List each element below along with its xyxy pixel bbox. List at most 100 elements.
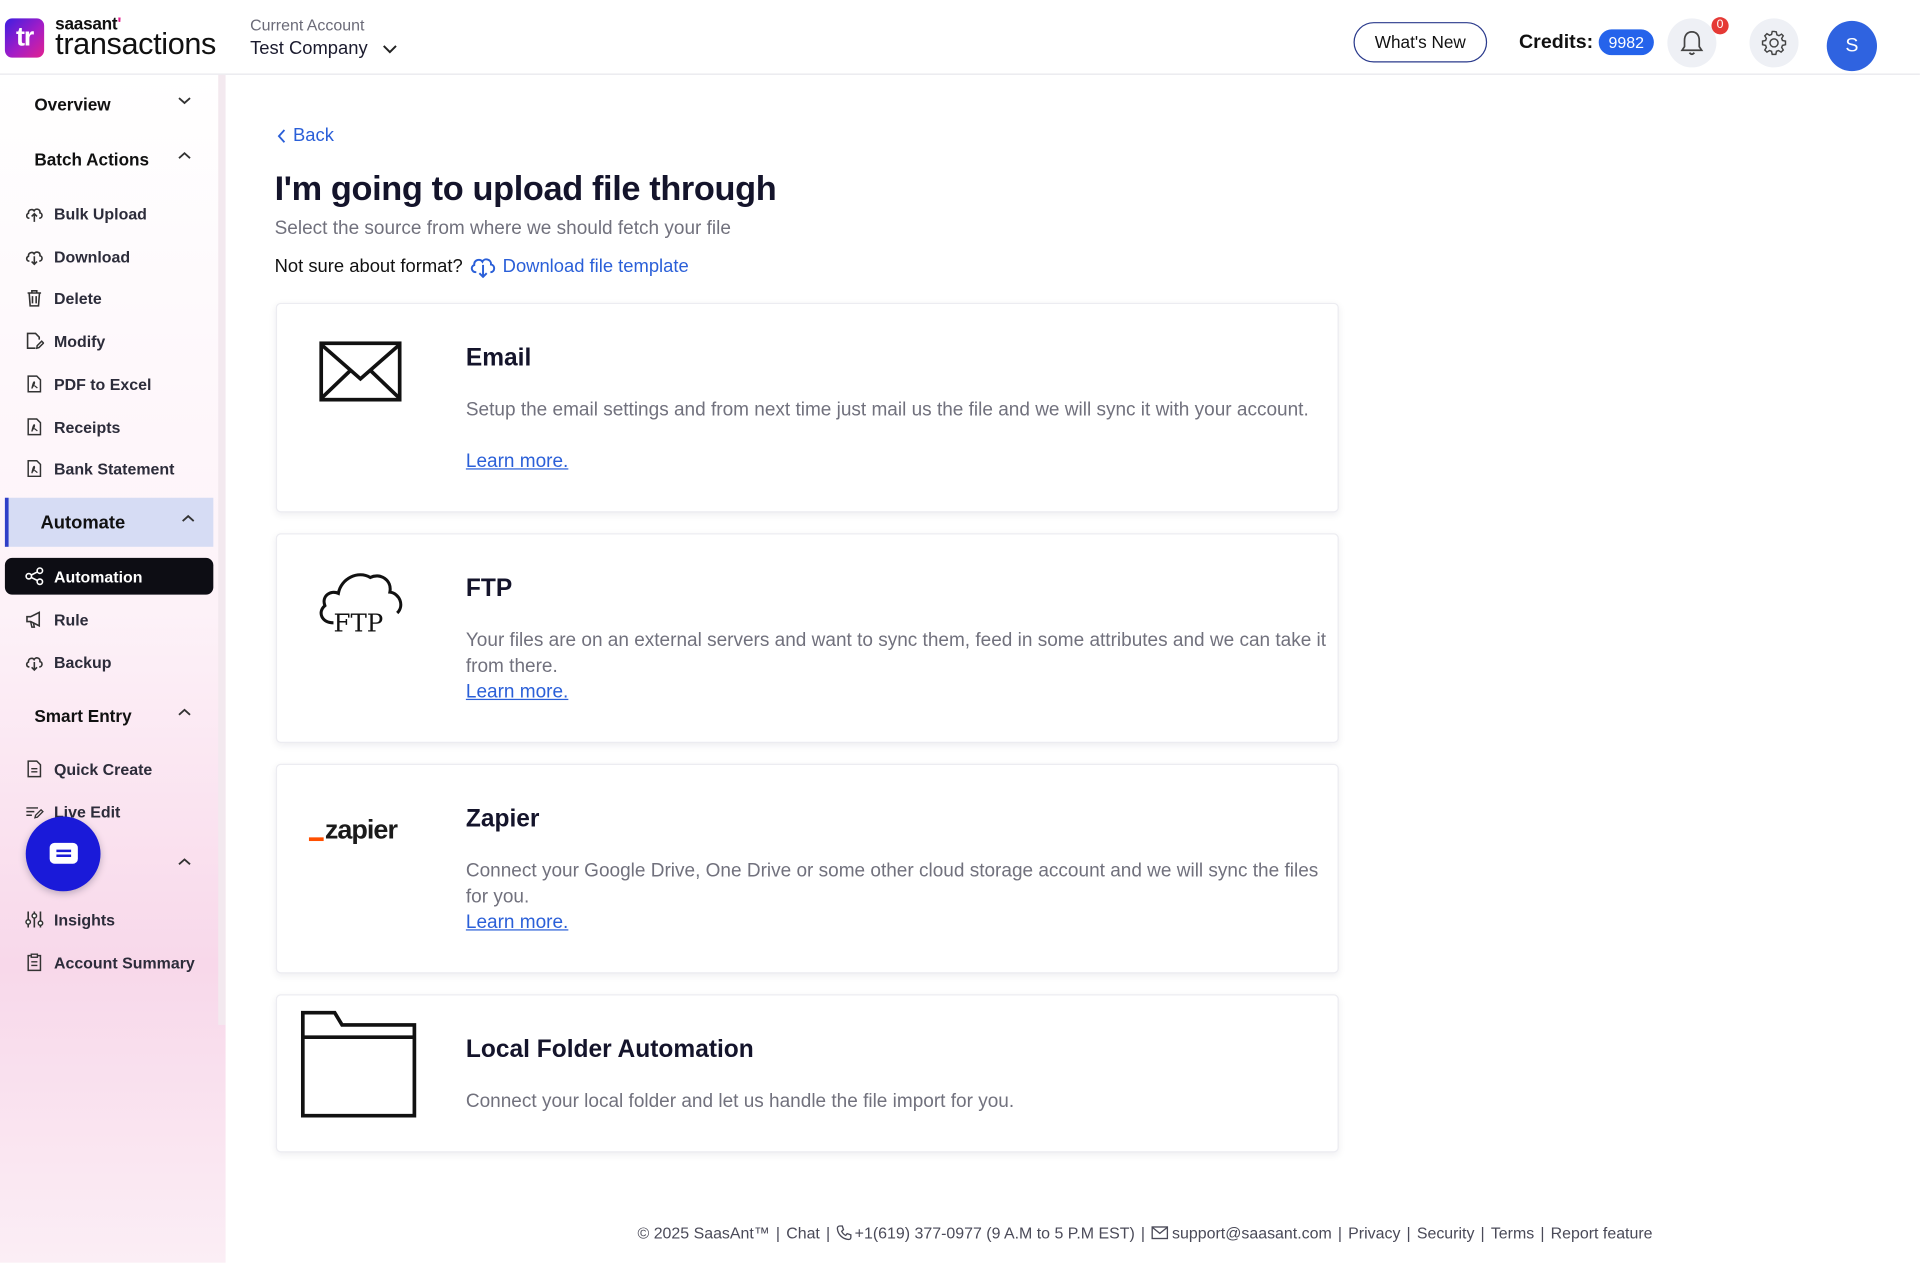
cloud-upload-icon (25, 208, 43, 222)
folder-icon (300, 1010, 417, 1118)
pdf-file-icon (27, 375, 42, 393)
sidebar-group-batch-actions[interactable]: Batch Actions (0, 137, 218, 181)
sidebar-item-delete[interactable]: Delete (5, 280, 213, 317)
ftp-cloud-icon: FTP (319, 573, 403, 637)
sidebar-item-label: Bank Statement (53, 459, 175, 478)
gear-icon (1761, 30, 1787, 56)
sidebar-item-label: Receipts (53, 417, 121, 436)
credits-label: Credits: (1519, 31, 1594, 53)
sidebar-item-download[interactable]: Download (5, 238, 213, 275)
card-description: Connect your local folder and let us han… (465, 1091, 1015, 1112)
sidebar-item-pdf-to-excel[interactable]: PDF to Excel (5, 365, 213, 402)
source-card-zapier[interactable]: zapier Zapier Connect your Google Drive,… (275, 763, 1339, 974)
format-question: Not sure about format? (274, 256, 463, 278)
card-description: Connect your Google Drive, One Drive or … (465, 860, 1319, 908)
cloud-download-icon (25, 251, 43, 266)
current-account-label: Current Account (250, 15, 365, 35)
sidebar-group-automate[interactable]: Automate (4, 497, 214, 547)
chevron-up-icon (178, 152, 191, 159)
chevron-down-icon (382, 44, 397, 53)
footer-separator: | (775, 1223, 781, 1242)
footer-separator: | (1480, 1223, 1485, 1242)
sidebar-item-label: Account Summary (53, 953, 195, 972)
phone-icon (836, 1225, 852, 1241)
source-card-ftp[interactable]: FTP FTP Your files are on an external se… (275, 533, 1339, 743)
chevron-down-icon (178, 97, 191, 105)
sidebar-item-label: Automation (53, 567, 143, 586)
megaphone-icon (26, 611, 41, 628)
footer-phone[interactable]: +1(619) 377-0977 (9 A.M to 5 P.M EST) (855, 1224, 1135, 1242)
notifications-button[interactable] (1667, 18, 1717, 68)
document-icon (27, 760, 42, 778)
chevron-up-icon (182, 514, 195, 522)
sidebar-divider (218, 74, 226, 1025)
notification-count-badge: 0 (1711, 17, 1729, 35)
sidebar-group-overview[interactable]: Overview (0, 82, 218, 126)
footer-copyright: © 2025 SaasAnt™ (637, 1223, 770, 1242)
learn-more-link[interactable]: Learn more. (466, 682, 568, 704)
page-subtitle: Select the source from where we should f… (274, 218, 731, 240)
sidebar-item-label: Backup (53, 652, 112, 672)
sidebar-item-label: Bulk Upload (53, 204, 147, 223)
sidebar-item-live-edit[interactable]: Live Edit (5, 793, 213, 830)
sidebar-item-quick-create[interactable]: Quick Create (5, 750, 213, 787)
app-logo-icon[interactable]: tr (4, 18, 45, 58)
page-title: I'm going to upload file through (274, 169, 777, 208)
sidebar-group-label: Smart Entry (34, 706, 132, 726)
learn-more-link[interactable]: Learn more. (466, 912, 568, 934)
sidebar-item-insights[interactable]: Insights (5, 901, 213, 938)
footer-privacy-link[interactable]: Privacy (1348, 1224, 1400, 1242)
sidebar-item-label: PDF to Excel (53, 374, 152, 393)
account-selector[interactable]: Test Company (250, 38, 397, 59)
footer-terms-link[interactable]: Terms (1491, 1224, 1534, 1242)
sidebar-group-label: Automate (40, 511, 126, 533)
zapier-logo-text: zapier (324, 814, 398, 845)
footer-separator: | (1140, 1223, 1146, 1242)
download-template-link[interactable]: Download file template (468, 254, 689, 279)
sidebar-item-receipts[interactable]: Receipts (5, 408, 213, 445)
edit-file-icon (26, 332, 45, 350)
sidebar-item-automation[interactable]: Automation (4, 557, 214, 595)
user-avatar[interactable]: S (1826, 20, 1878, 72)
envelope-icon (319, 341, 402, 402)
chevron-up-icon (178, 708, 191, 716)
footer-chat-link[interactable]: Chat (786, 1224, 820, 1242)
sidebar-item-label: Rule (53, 609, 89, 629)
footer-report-feature-link[interactable]: Report feature (1551, 1224, 1653, 1242)
chat-bubble-icon (49, 842, 78, 864)
footer-email-link[interactable]: support@saasant.com (1172, 1224, 1332, 1242)
learn-more-link[interactable]: Learn more. (466, 451, 568, 473)
chat-widget-button[interactable] (25, 816, 101, 892)
footer-separator: | (1337, 1223, 1343, 1242)
footer: © 2025 SaasAnt™ | Chat | +1(619) 377-097… (638, 1224, 1653, 1242)
sidebar-item-modify[interactable]: Modify (5, 322, 213, 359)
pdf-file-icon (27, 418, 42, 436)
sidebar-item-rule[interactable]: Rule (5, 601, 213, 638)
edit-line-icon (26, 807, 44, 819)
footer-security-link[interactable]: Security (1417, 1224, 1475, 1242)
sidebar-item-account-summary[interactable]: Account Summary (5, 944, 213, 981)
mail-icon (1151, 1226, 1169, 1240)
pdf-file-icon (27, 459, 42, 478)
source-card-local-folder[interactable]: Local Folder Automation Connect your loc… (275, 994, 1339, 1153)
settings-button[interactable] (1749, 18, 1799, 68)
sidebar-group-smart-entry[interactable]: Smart Entry (0, 694, 218, 738)
card-description: Your files are on an external servers an… (465, 630, 1327, 677)
back-link[interactable]: Back (277, 125, 334, 146)
footer-separator: | (1406, 1223, 1411, 1242)
sidebar-group-label: Overview (34, 94, 111, 115)
sidebar-item-label: Insights (53, 910, 116, 929)
whats-new-button[interactable]: What's New (1353, 22, 1488, 63)
source-card-email[interactable]: Email Setup the email settings and from … (275, 302, 1339, 513)
sliders-icon (25, 911, 44, 928)
sidebar-item-bulk-upload[interactable]: Bulk Upload (5, 195, 213, 232)
trash-icon (27, 290, 42, 307)
sidebar-item-bank-statement[interactable]: Bank Statement (5, 450, 213, 487)
back-label: Back (293, 125, 334, 146)
logo-product-text: transactions (55, 26, 217, 62)
chevron-left-icon (277, 128, 286, 143)
sidebar-item-backup[interactable]: Backup (5, 644, 213, 681)
top-bar: tr saasant' transactions Current Account… (0, 0, 1920, 75)
account-name: Test Company (250, 38, 368, 59)
card-title: Local Folder Automation (465, 1035, 754, 1063)
